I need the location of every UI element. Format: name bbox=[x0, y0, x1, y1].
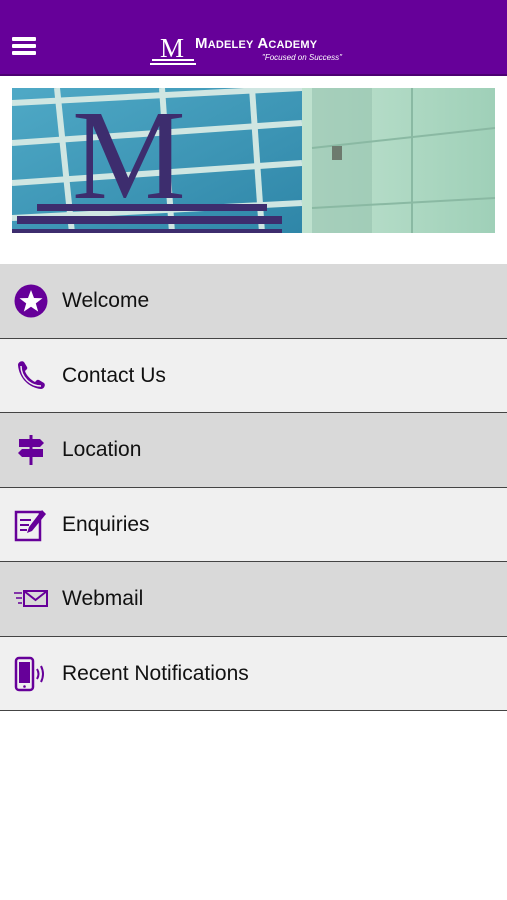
menu-item-contact-us[interactable]: Contact Us bbox=[0, 338, 507, 413]
mobile-notification-icon bbox=[14, 656, 44, 691]
star-icon bbox=[14, 284, 48, 318]
app-header: M Madeley Academy "Focused on Success" bbox=[0, 0, 507, 76]
phone-icon bbox=[18, 360, 45, 389]
menu-item-label: Contact Us bbox=[62, 363, 166, 387]
menu-item-label: Webmail bbox=[62, 587, 144, 610]
brand-tagline: "Focused on Success" bbox=[262, 53, 342, 62]
signpost-icon bbox=[18, 435, 44, 465]
svg-text:M: M bbox=[160, 33, 184, 63]
menu-item-welcome[interactable]: Welcome bbox=[0, 264, 507, 339]
menu-item-label: Recent Notifications bbox=[62, 661, 249, 685]
logo-m-icon: M bbox=[150, 33, 196, 65]
hamburger-menu-icon[interactable] bbox=[12, 37, 37, 57]
hero-banner-image: M bbox=[12, 88, 495, 233]
academy-logo: M Madeley Academy "Focused on Success" bbox=[150, 33, 370, 69]
brand-name: Madeley Academy bbox=[195, 35, 318, 52]
menu-item-webmail[interactable]: Webmail bbox=[0, 562, 507, 637]
menu-item-label: Location bbox=[62, 438, 142, 461]
menu-item-enquiries[interactable]: Enquiries bbox=[0, 487, 507, 562]
main-menu: Welcome Contact Us Location Enquiries We… bbox=[0, 264, 507, 711]
menu-item-recent-notifications[interactable]: Recent Notifications bbox=[0, 636, 507, 711]
mail-icon bbox=[14, 590, 48, 607]
menu-item-label: Enquiries bbox=[62, 512, 150, 536]
menu-item-location[interactable]: Location bbox=[0, 413, 507, 488]
menu-item-label: Welcome bbox=[62, 289, 150, 312]
edit-form-icon bbox=[14, 509, 46, 541]
